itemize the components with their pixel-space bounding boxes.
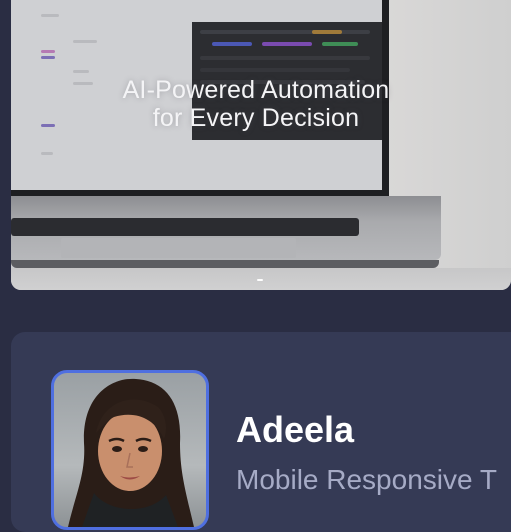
indicator-dot bbox=[257, 279, 263, 281]
profile-name: Adeela bbox=[236, 409, 355, 450]
hero-headline-line1: AI-Powered Automation bbox=[122, 76, 390, 104]
avatar bbox=[51, 370, 209, 530]
hero-headline: AI-Powered Automation for Every Decision bbox=[71, 76, 441, 132]
laptop-keyboard bbox=[11, 218, 359, 236]
laptop-edge bbox=[11, 260, 439, 268]
hero-headline-line2: for Every Decision bbox=[152, 104, 360, 132]
avatar-portrait-image bbox=[68, 378, 194, 527]
hero-image: AI-Powered Automation for Every Decision bbox=[11, 0, 511, 290]
laptop-trackpad bbox=[61, 238, 296, 258]
profile-role: Mobile Responsive T bbox=[236, 464, 497, 495]
